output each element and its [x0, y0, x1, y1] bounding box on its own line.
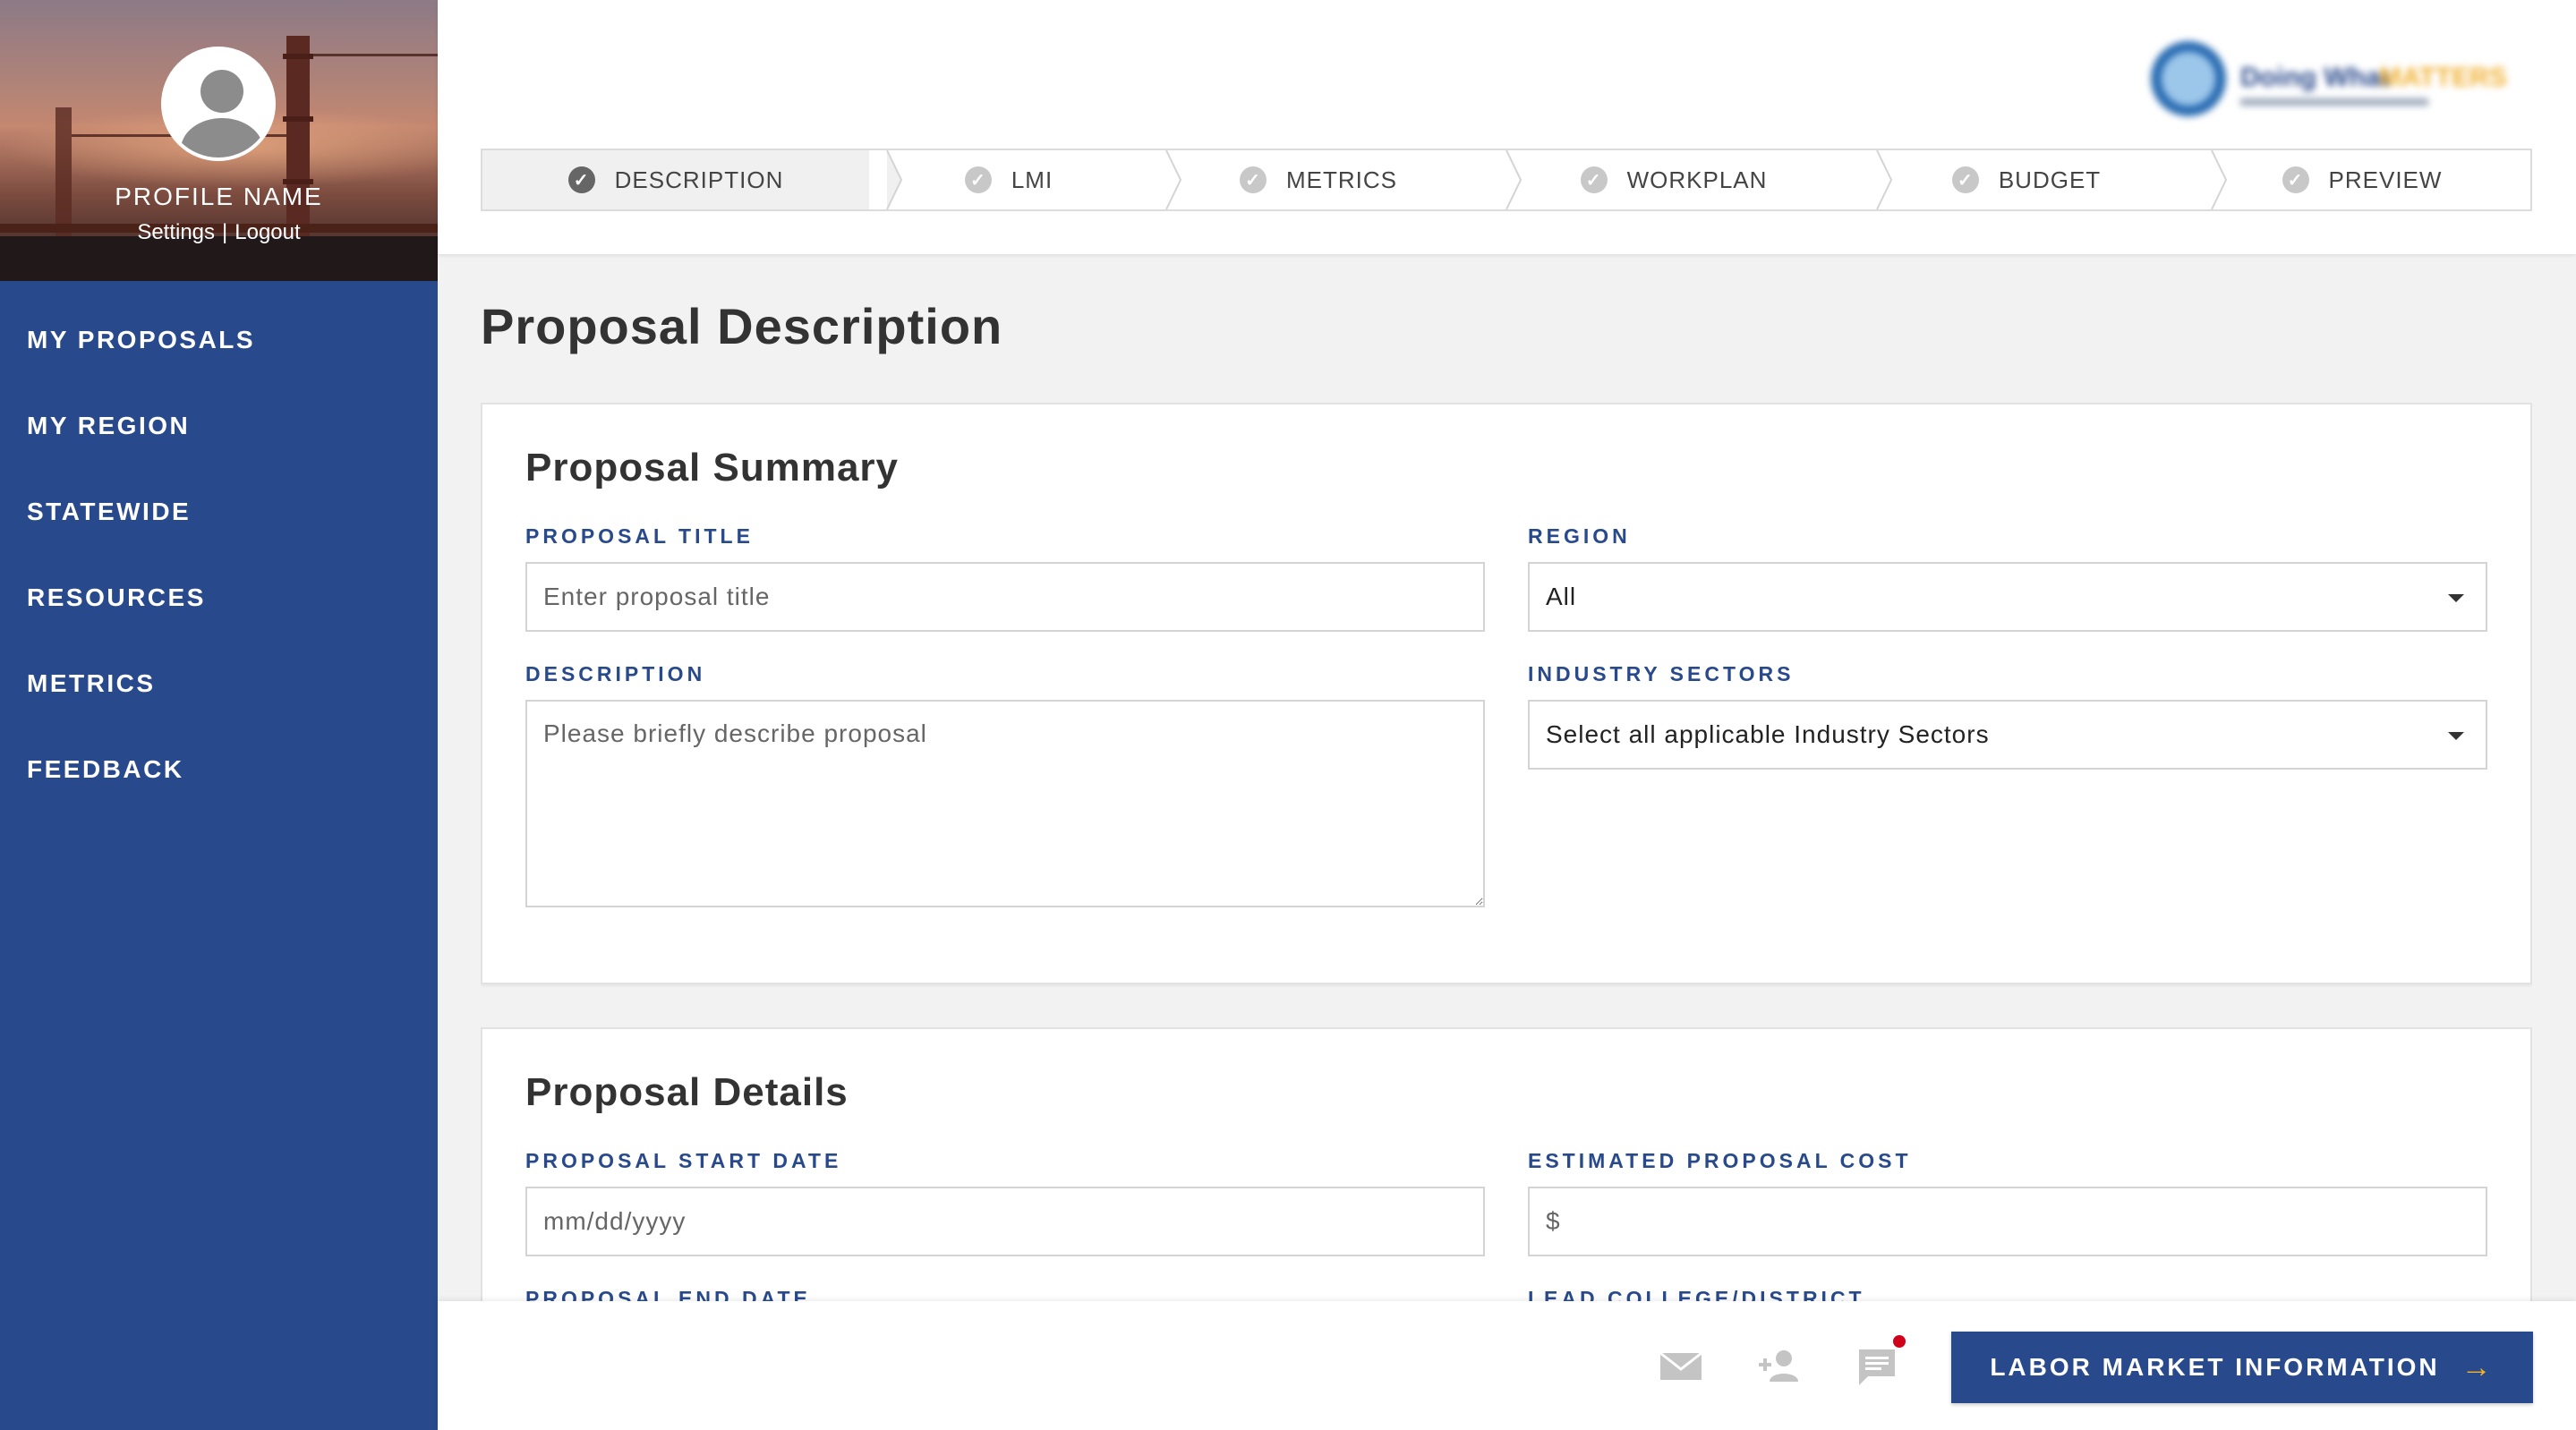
avatar[interactable]	[161, 47, 276, 161]
check-icon: ✓	[2282, 166, 2309, 193]
progress-stepper: ✓ DESCRIPTION ✓ LMI ✓ METRICS ✓ WORKPLAN…	[481, 149, 2532, 211]
profile-name: PROFILE NAME	[115, 183, 323, 210]
footer-bar: LABOR MARKET INFORMATION →	[438, 1301, 2576, 1430]
estimated-cost-label: ESTIMATED PROPOSAL COST	[1528, 1149, 1912, 1172]
region-select-value: All	[1546, 583, 1577, 610]
check-icon: ✓	[1951, 166, 1979, 193]
card-title: Proposal Details	[525, 1070, 849, 1114]
lead-college-label: LEAD COLLEGE/DISTRICT	[1528, 1287, 1865, 1301]
avatar-body-shape	[181, 118, 263, 157]
notification-badge	[1893, 1335, 1906, 1348]
step-label: LMI	[1011, 166, 1053, 193]
logo-emblem	[2151, 41, 2226, 116]
next-step-button-label: LABOR MARKET INFORMATION	[1990, 1353, 2440, 1381]
industry-sectors-select-value: Select all applicable Industry Sectors	[1546, 720, 1990, 748]
logo-tagline	[2240, 98, 2428, 106]
start-date-label: PROPOSAL START DATE	[525, 1149, 842, 1172]
step-label: METRICS	[1286, 166, 1397, 193]
proposal-title-input[interactable]	[525, 562, 1485, 632]
logo-text-accent: MATTERS	[2379, 63, 2507, 92]
link-separator: |	[222, 220, 228, 244]
check-icon: ✓	[1580, 166, 1608, 193]
step-lmi[interactable]: ✓ LMI	[869, 150, 1182, 209]
card-title: Proposal Summary	[525, 446, 900, 489]
sidebar-item-statewide[interactable]: STATEWIDE	[0, 469, 438, 555]
start-date-input[interactable]	[525, 1187, 1485, 1256]
industry-sectors-label: INDUSTRY SECTORS	[1528, 662, 1795, 685]
description-label: DESCRIPTION	[525, 662, 706, 685]
add-person-icon[interactable]	[1757, 1348, 1802, 1383]
sidebar-nav: MY PROPOSALS MY REGION STATEWIDE RESOURC…	[0, 281, 438, 813]
chevron-down-icon	[2448, 732, 2464, 740]
chat-icon[interactable]	[1855, 1335, 1906, 1385]
profile-panel: PROFILE NAME Settings | Logout	[0, 0, 438, 281]
step-label: DESCRIPTION	[614, 166, 784, 193]
check-icon: ✓	[964, 166, 992, 193]
description-textarea[interactable]	[525, 700, 1485, 907]
page-title: Proposal Description	[481, 298, 1003, 354]
settings-link[interactable]: Settings	[137, 220, 215, 244]
avatar-head-shape	[200, 70, 243, 113]
step-metrics[interactable]: ✓ METRICS	[1148, 150, 1523, 209]
step-workplan[interactable]: ✓ WORKPLAN	[1488, 150, 1893, 209]
sidebar: PROFILE NAME Settings | Logout MY PROPOSAL…	[0, 0, 438, 1430]
estimated-cost-input[interactable]	[1528, 1187, 2487, 1256]
arrow-right-icon: →	[2461, 1349, 2495, 1384]
sidebar-item-my-proposals[interactable]: MY PROPOSALS	[0, 297, 438, 383]
logout-link[interactable]: Logout	[235, 220, 300, 244]
region-select[interactable]: All	[1528, 562, 2487, 632]
step-label: WORKPLAN	[1626, 166, 1768, 193]
profile-links: Settings | Logout	[0, 220, 438, 245]
chevron-down-icon	[2448, 594, 2464, 602]
brand-logo[interactable]: Doing What MATTERS	[2142, 36, 2527, 122]
end-date-label: PROPOSAL END DATE	[525, 1287, 811, 1301]
sidebar-item-resources[interactable]: RESOURCES	[0, 555, 438, 641]
step-budget[interactable]: ✓ BUDGET	[1859, 150, 2228, 209]
sidebar-item-my-region[interactable]: MY REGION	[0, 383, 438, 469]
sidebar-item-metrics[interactable]: METRICS	[0, 641, 438, 727]
logo-text-primary: Doing What	[2240, 63, 2390, 92]
step-label: BUDGET	[1998, 166, 2102, 193]
next-step-button[interactable]: LABOR MARKET INFORMATION →	[1951, 1332, 2533, 1403]
region-label: REGION	[1528, 524, 1631, 548]
main-content[interactable]: Proposal Description Proposal Summary PR…	[481, 254, 2532, 1301]
check-icon: ✓	[1240, 166, 1267, 193]
proposal-title-label: PROPOSAL TITLE	[525, 524, 754, 548]
header: Doing What MATTERS ✓ DESCRIPTION ✓ LMI ✓…	[438, 0, 2576, 254]
industry-sectors-select[interactable]: Select all applicable Industry Sectors	[1528, 700, 2487, 770]
step-description[interactable]: ✓ DESCRIPTION	[482, 150, 903, 209]
check-icon: ✓	[567, 166, 595, 193]
mail-icon[interactable]	[1659, 1348, 1703, 1383]
sidebar-item-feedback[interactable]: FEEDBACK	[0, 727, 438, 813]
proposal-summary-card: Proposal Summary PROPOSAL TITLE REGION A…	[481, 403, 2532, 984]
proposal-details-card: Proposal Details PROPOSAL START DATE EST…	[481, 1027, 2532, 1301]
step-preview[interactable]: ✓ PREVIEW	[2194, 150, 2530, 209]
step-label: PREVIEW	[2328, 166, 2443, 193]
